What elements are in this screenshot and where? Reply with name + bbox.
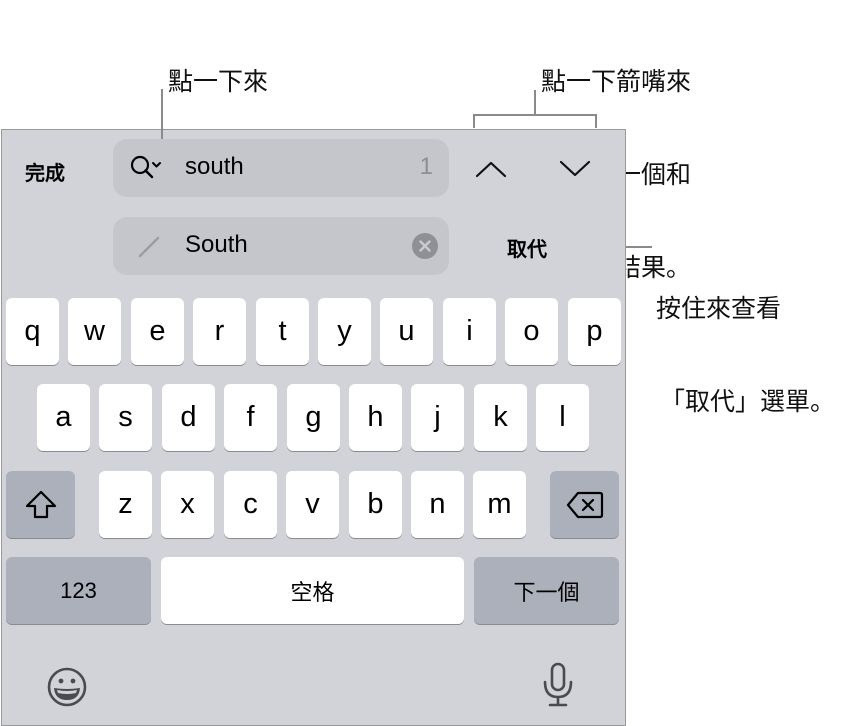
replace-button[interactable]: 取代 [507,233,547,262]
key-w[interactable]: w [68,298,121,365]
callout-replace-menu: 按住來查看 「取代」選單。 [656,231,835,448]
chevron-down-icon [559,160,591,177]
key-z[interactable]: z [99,471,152,538]
key-v[interactable]: v [286,471,339,538]
key-y[interactable]: y [318,298,371,365]
search-input[interactable]: south [185,153,244,181]
pencil-icon [137,235,161,263]
search-options-icon[interactable] [129,154,163,186]
space-key[interactable]: 空格 [161,557,464,624]
key-r[interactable]: r [193,298,246,365]
previous-result-button[interactable] [471,154,511,184]
shift-key[interactable] [6,471,75,538]
shift-icon [25,490,56,518]
key-p[interactable]: p [568,298,621,365]
replace-input[interactable]: South [185,231,248,259]
bracket-right [595,114,597,128]
clear-icon[interactable] [412,233,438,263]
bracket-top [473,114,597,116]
key-m[interactable]: m [473,471,526,538]
key-x[interactable]: x [161,471,214,538]
key-q[interactable]: q [6,298,59,365]
key-j[interactable]: j [411,384,464,451]
chevron-up-icon [475,161,507,178]
key-g[interactable]: g [287,384,340,451]
replace-field[interactable]: South [113,217,449,275]
next-key[interactable]: 下一個 [474,557,619,624]
delete-icon [566,491,603,518]
key-a[interactable]: a [37,384,90,451]
key-b[interactable]: b [349,471,402,538]
key-k[interactable]: k [474,384,527,451]
emoji-icon[interactable] [44,664,90,714]
callout-line: 點一下來 [168,67,269,96]
key-i[interactable]: i [443,298,496,365]
key-e[interactable]: e [131,298,184,365]
key-l[interactable]: l [536,384,589,451]
done-button[interactable]: 完成 [25,157,65,186]
key-c[interactable]: c [224,471,277,538]
key-f[interactable]: f [224,384,277,451]
key-t[interactable]: t [256,298,309,365]
key-o[interactable]: o [505,298,558,365]
callout-line: 按住來查看 [656,294,782,323]
callout-line: 點一下箭嘴來 [541,67,692,96]
bracket-left [473,114,475,128]
key-s[interactable]: s [99,384,152,451]
delete-key[interactable] [550,471,619,538]
key-u[interactable]: u [380,298,433,365]
key-d[interactable]: d [162,384,215,451]
match-count: 1 [419,153,433,180]
search-field[interactable]: south 1 [113,139,449,197]
numbers-key[interactable]: 123 [6,557,151,624]
bracket-stem [534,90,536,116]
next-result-button[interactable] [555,154,595,184]
callout-line: 「取代」選單。 [660,387,836,416]
key-n[interactable]: n [411,471,464,538]
microphone-icon[interactable] [538,660,578,714]
key-h[interactable]: h [349,384,402,451]
